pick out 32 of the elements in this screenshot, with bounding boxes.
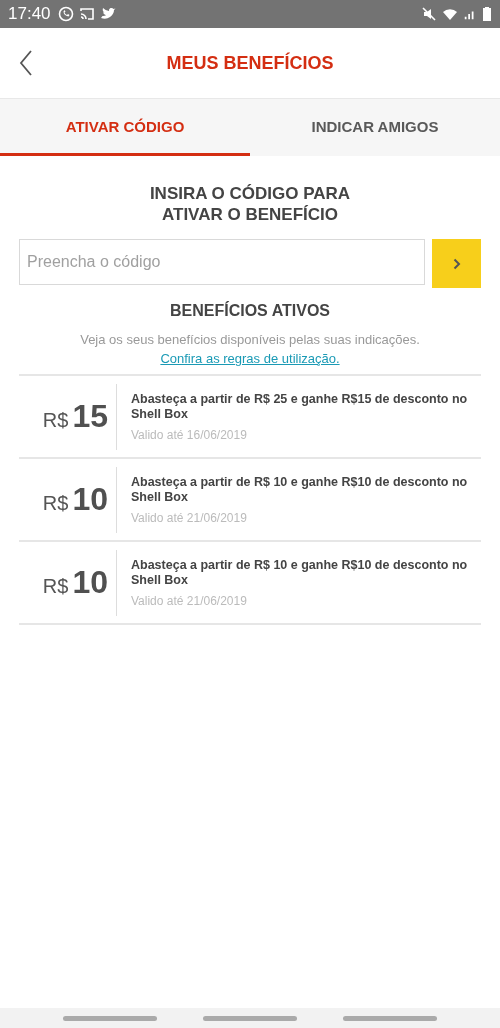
- section-description: Veja os seus benefícios disponíveis pelas suas indicações.: [80, 332, 420, 347]
- benefit-validity: Valido até 21/06/2019: [131, 510, 248, 525]
- tab[interactable]: INDICAR AMIGOS: [250, 99, 500, 156]
- benefit-description: Abasteça a partir de R$ 10 e ganhe R$10 de desconto no Shell Box: [131, 557, 469, 588]
- status-time: 17:40: [8, 4, 51, 24]
- currency-symbol: R$: [42, 575, 69, 598]
- chevron-icon: [452, 257, 461, 270]
- bird-icon: [99, 6, 116, 22]
- tab[interactable]: ATIVAR CÓDIGO: [0, 99, 250, 156]
- benefit-description: Abasteça a partir de R$ 10 e ganhe R$10 de desconto no Shell Box: [131, 474, 469, 505]
- benefit-amount: 15: [72, 398, 108, 435]
- code-input-field[interactable]: Preencha o código: [19, 239, 425, 285]
- whatsapp-icon: [57, 6, 74, 22]
- benefit-validity: Valido até 16/06/2019: [131, 427, 248, 442]
- section-heading: BENEFÍCIOS ATIVOS: [170, 302, 330, 320]
- back-gesture-icon[interactable]: [343, 1015, 437, 1021]
- recent-apps-icon[interactable]: [63, 1015, 157, 1021]
- code-heading: INSIRA O CÓDIGO PARA ATIVAR O BENEFÍCIO: [148, 183, 352, 225]
- back-icon[interactable]: [19, 50, 33, 76]
- cast-icon: [78, 6, 95, 22]
- benefit-description: Abasteça a partir de R$ 25 e ganhe R$15 de desconto no Shell Box: [131, 391, 469, 422]
- currency-symbol: R$: [42, 409, 69, 432]
- currency-symbol: R$: [42, 492, 69, 515]
- benefit-amount: 10: [72, 481, 108, 518]
- wifi-icon: [442, 6, 458, 22]
- mute-icon: [421, 6, 437, 22]
- battery-icon: [482, 6, 492, 22]
- rules-link[interactable]: Confira as regras de utilização.: [160, 351, 340, 366]
- benefit-amount: 10: [72, 564, 108, 601]
- benefit-validity: Valido até 21/06/2019: [131, 593, 248, 608]
- home-icon[interactable]: [203, 1015, 297, 1021]
- page-title: MEUS BENEFÍCIOS: [166, 52, 334, 74]
